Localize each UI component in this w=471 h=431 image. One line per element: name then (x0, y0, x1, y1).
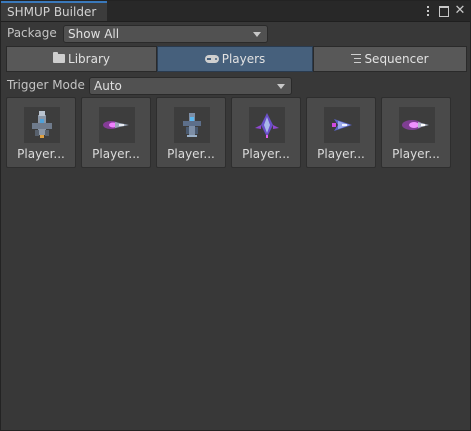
package-label: Package (7, 26, 57, 40)
tab-sequencer[interactable]: Sequencer (313, 46, 467, 72)
chevron-down-icon (277, 84, 285, 89)
shmup-builder-window: SHMUP Builder ✕ Package Show All Library… (0, 0, 471, 431)
player-card[interactable]: Player... (306, 97, 376, 168)
list-icon (351, 54, 362, 63)
player-card-label: Player... (317, 147, 365, 161)
player-sprite-thumbnail (99, 107, 135, 143)
package-selected-value: Show All (68, 27, 120, 41)
chevron-down-icon (253, 32, 261, 37)
tab-library[interactable]: Library (6, 46, 157, 72)
folder-icon (53, 52, 66, 63)
player-card-label: Player... (17, 147, 65, 161)
player-sprite-thumbnail (324, 107, 360, 143)
player-card[interactable]: Player... (231, 97, 301, 168)
player-card-label: Player... (392, 147, 440, 161)
tab-players[interactable]: Players (157, 46, 313, 72)
trigger-mode-selected-value: Auto (94, 79, 122, 93)
player-card-label: Player... (167, 147, 215, 161)
tab-bar: Library Players Sequencer (6, 46, 467, 72)
window-tab-strip: SHMUP Builder ✕ (1, 1, 470, 22)
player-card[interactable]: Player... (6, 97, 76, 168)
window-title-tab[interactable]: SHMUP Builder (1, 1, 107, 21)
package-dropdown[interactable]: Show All (63, 25, 268, 43)
player-card-label: Player... (242, 147, 290, 161)
player-card[interactable]: Player... (156, 97, 226, 168)
player-sprite-thumbnail (174, 107, 210, 143)
player-sprite-thumbnail (249, 107, 285, 143)
tab-library-label: Library (68, 52, 110, 66)
player-sprite-thumbnail (399, 107, 435, 143)
trigger-mode-dropdown[interactable]: Auto (89, 77, 292, 95)
more-options-icon[interactable] (421, 3, 435, 19)
trigger-mode-label: Trigger Mode (7, 78, 85, 92)
player-card-label: Player... (92, 147, 140, 161)
player-card[interactable]: Player... (81, 97, 151, 168)
maximize-icon[interactable] (437, 3, 451, 19)
player-sprite-thumbnail (24, 107, 60, 143)
close-icon[interactable]: ✕ (453, 3, 467, 19)
player-card[interactable]: Player... (381, 97, 451, 168)
tab-sequencer-label: Sequencer (364, 52, 429, 66)
tab-players-label: Players (221, 52, 266, 66)
gamepad-icon (204, 54, 219, 63)
